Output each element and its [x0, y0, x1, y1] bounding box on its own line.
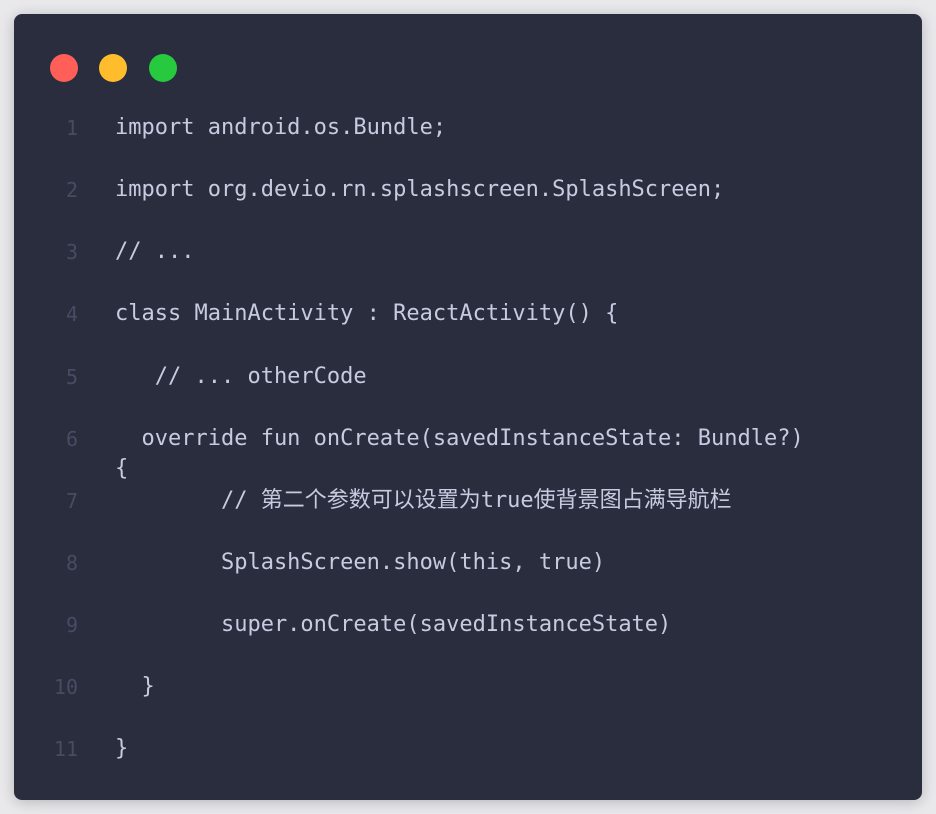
code-line: 1 import android.os.Bundle; — [14, 113, 922, 153]
line-number: 5 — [65, 365, 78, 389]
code-text: // ... otherCode — [115, 364, 367, 389]
code-line: 4 class MainActivity : ReactActivity() { — [14, 299, 922, 339]
code-text: super.onCreate(savedInstanceState) — [115, 612, 672, 637]
code-line: 11 } — [14, 734, 922, 774]
line-number: 11 — [53, 737, 78, 761]
code-text: } — [115, 674, 155, 699]
line-number: 10 — [53, 675, 78, 699]
code-text: // 第二个参数可以设置为true使背景图占满导航栏 — [115, 488, 732, 513]
code-text: override fun onCreate(savedInstanceState… — [115, 426, 804, 481]
line-number: 2 — [65, 178, 78, 202]
code-line: 10 } — [14, 672, 922, 712]
line-number: 6 — [65, 427, 78, 451]
code-line: 3 // ... — [14, 237, 922, 277]
code-text: class MainActivity : ReactActivity() { — [115, 301, 619, 326]
line-number: 4 — [65, 302, 78, 326]
code-text: // ... — [115, 239, 195, 264]
code-line: 7 // 第二个参数可以设置为true使背景图占满导航栏 — [14, 486, 922, 526]
code-text: SplashScreen.show(this, true) — [115, 550, 606, 575]
code-window: 1 import android.os.Bundle; 2 import org… — [14, 14, 922, 800]
code-line: 8 SplashScreen.show(this, true) — [14, 548, 922, 588]
code-line: 6 override fun onCreate(savedInstanceSta… — [14, 424, 922, 484]
code-line: 9 super.onCreate(savedInstanceState) — [14, 610, 922, 650]
line-number: 8 — [65, 551, 78, 575]
line-number: 7 — [65, 489, 78, 513]
code-text: import org.devio.rn.splashscreen.SplashS… — [115, 177, 725, 202]
code-text: import android.os.Bundle; — [115, 115, 447, 140]
code-block: 1 import android.os.Bundle; 2 import org… — [14, 14, 922, 800]
line-number: 3 — [65, 240, 78, 264]
line-number: 9 — [65, 613, 78, 637]
line-number: 1 — [65, 116, 78, 140]
code-text: } — [115, 736, 129, 761]
code-line: 5 // ... otherCode — [14, 362, 922, 402]
code-line: 2 import org.devio.rn.splashscreen.Splas… — [14, 175, 922, 215]
